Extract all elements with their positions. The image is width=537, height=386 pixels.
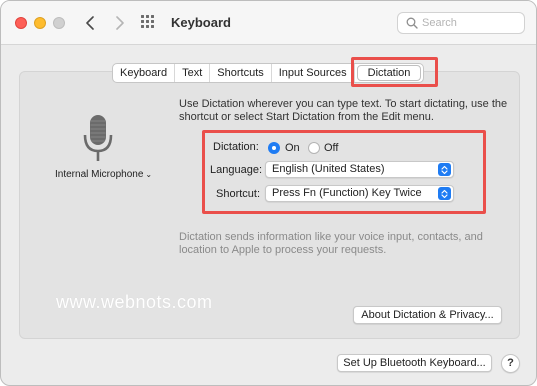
title-bar: Keyboard bbox=[1, 1, 536, 45]
language-value: English (United States) bbox=[272, 163, 385, 175]
stepper-arrows-icon bbox=[438, 187, 451, 200]
show-all-button[interactable] bbox=[141, 15, 157, 31]
tab-text[interactable]: Text bbox=[175, 64, 211, 82]
search-icon bbox=[406, 17, 418, 29]
shortcut-label: Shortcut: bbox=[216, 188, 261, 200]
chevron-right-icon bbox=[116, 16, 124, 30]
language-popup[interactable]: English (United States) bbox=[265, 161, 454, 178]
privacy-note: Dictation sends information like your vo… bbox=[179, 231, 483, 256]
microphone-icon bbox=[83, 115, 113, 161]
microphone-selector[interactable]: Internal Microphone ⌄ bbox=[55, 169, 152, 180]
dictation-label: Dictation: bbox=[213, 141, 259, 153]
close-button[interactable] bbox=[15, 17, 27, 29]
preferences-window: Keyboard Keyboard Text Shortcuts Input S… bbox=[0, 0, 537, 386]
dictation-on-radio[interactable] bbox=[268, 142, 280, 154]
window-title: Keyboard bbox=[171, 15, 231, 30]
setup-bluetooth-keyboard-button[interactable]: Set Up Bluetooth Keyboard... bbox=[337, 354, 492, 372]
search-input[interactable] bbox=[422, 15, 520, 31]
zoom-button[interactable] bbox=[53, 17, 65, 29]
microphone-label: Internal Microphone bbox=[55, 169, 144, 180]
tab-bar: Keyboard Text Shortcuts Input Sources Di… bbox=[112, 63, 425, 83]
watermark: www.webnots.com bbox=[56, 292, 213, 312]
stepper-arrows-icon bbox=[438, 163, 451, 176]
language-label: Language: bbox=[210, 164, 262, 176]
chevron-down-icon: ⌄ bbox=[145, 170, 153, 179]
tab-input-sources[interactable]: Input Sources bbox=[272, 64, 355, 82]
shortcut-popup[interactable]: Press Fn (Function) Key Twice bbox=[265, 185, 454, 202]
help-button[interactable]: ? bbox=[501, 354, 520, 373]
tab-dictation[interactable]: Dictation bbox=[356, 65, 422, 81]
search-field[interactable] bbox=[397, 12, 525, 34]
minimize-button[interactable] bbox=[34, 17, 46, 29]
dictation-off-label[interactable]: Off bbox=[324, 142, 338, 154]
tab-keyboard[interactable]: Keyboard bbox=[113, 64, 176, 82]
back-button[interactable] bbox=[81, 13, 99, 33]
dictation-off-radio[interactable] bbox=[308, 142, 320, 154]
dictation-on-label[interactable]: On bbox=[285, 142, 300, 154]
chevron-left-icon bbox=[86, 16, 94, 30]
dictation-description: Use Dictation wherever you can type text… bbox=[179, 98, 508, 123]
tab-shortcuts[interactable]: Shortcuts bbox=[210, 64, 272, 82]
forward-button[interactable] bbox=[111, 13, 129, 33]
shortcut-value: Press Fn (Function) Key Twice bbox=[272, 187, 422, 199]
about-dictation-privacy-button[interactable]: About Dictation & Privacy... bbox=[353, 306, 502, 324]
